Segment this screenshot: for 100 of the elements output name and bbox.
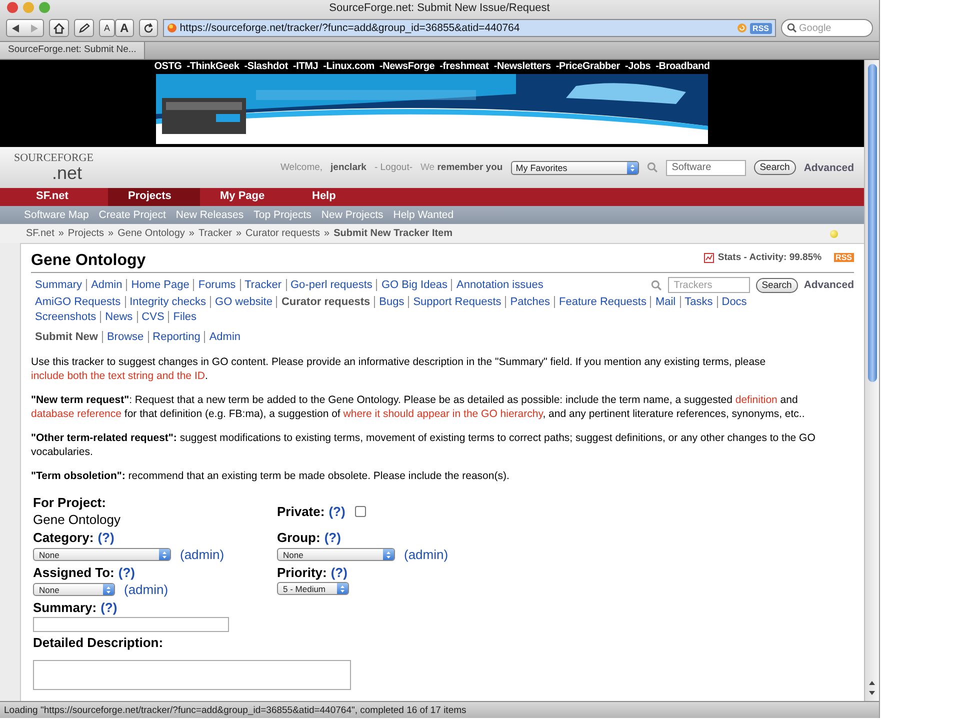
site-search-field[interactable]: Software bbox=[666, 160, 746, 176]
admin-link[interactable]: (admin) bbox=[124, 582, 168, 597]
username-text: jenclark bbox=[330, 162, 366, 173]
select-dropdown[interactable]: None bbox=[33, 548, 171, 561]
stepper-arrows-icon bbox=[106, 586, 111, 594]
project-nav-link[interactable]: Mail bbox=[650, 296, 680, 308]
project-nav-link[interactable]: Forums bbox=[193, 279, 240, 291]
help-link[interactable]: (?) bbox=[98, 530, 114, 545]
remember-text: We remember you bbox=[420, 162, 503, 173]
project-nav-link[interactable]: AmiGO Requests bbox=[35, 296, 125, 308]
project-nav-link[interactable]: Support Requests bbox=[408, 296, 506, 308]
project-nav-link[interactable]: GO Big Ideas bbox=[376, 279, 452, 291]
text-link[interactable]: definition bbox=[735, 394, 778, 406]
main-nav-tab[interactable]: Help bbox=[292, 188, 384, 206]
text-link[interactable]: include both the text string and the ID bbox=[31, 370, 205, 382]
project-nav-link[interactable]: Bugs bbox=[374, 296, 408, 308]
network-link[interactable]: -PriceGrabber bbox=[556, 61, 620, 72]
back-forward-button[interactable] bbox=[6, 19, 44, 37]
network-link[interactable]: -Slashdot bbox=[244, 61, 288, 72]
select-dropdown[interactable]: None bbox=[33, 583, 115, 596]
intro-paragraph: Use this tracker to suggest changes in GO content. Please provide an informative description in the "Summary" field. If you mention any existing terms, please include both the text string and the ID. bbox=[31, 355, 767, 383]
stepper-arrows-icon bbox=[162, 550, 167, 558]
select-dropdown[interactable]: 5 - Medium bbox=[277, 582, 349, 595]
description-field[interactable] bbox=[33, 660, 351, 690]
project-nav-link[interactable]: Integrity checks bbox=[124, 296, 210, 308]
breadcrumb-link[interactable]: Gene Ontology bbox=[118, 228, 185, 239]
tracker-nav-link[interactable]: Browse bbox=[102, 331, 148, 343]
project-nav-link[interactable]: Patches bbox=[505, 296, 554, 308]
field-label: For Project: bbox=[33, 495, 107, 510]
stats-link[interactable]: Stats - Activity: 99.85% bbox=[718, 252, 822, 263]
network-link[interactable]: -ITMJ bbox=[292, 61, 318, 72]
tracker-nav-link[interactable]: Submit New bbox=[35, 331, 102, 343]
main-nav-tab[interactable]: SF.net bbox=[16, 188, 108, 206]
project-nav-link[interactable]: Curator requests bbox=[276, 296, 374, 308]
help-link[interactable]: (?) bbox=[330, 565, 348, 580]
project-nav-link[interactable]: Annotation issues bbox=[451, 279, 548, 291]
breadcrumb-separator: » bbox=[236, 228, 242, 239]
admin-link[interactable]: (admin) bbox=[404, 547, 448, 562]
network-link[interactable]: -Jobs bbox=[625, 61, 651, 72]
advanced-link[interactable]: Advanced bbox=[804, 279, 854, 291]
advanced-link[interactable]: Advanced bbox=[804, 162, 854, 174]
search-button[interactable]: Search bbox=[756, 278, 798, 292]
project-nav-link[interactable]: Summary bbox=[35, 279, 86, 291]
status-dot-icon bbox=[830, 230, 838, 238]
home-button[interactable] bbox=[49, 19, 69, 37]
project-nav-link[interactable]: Files bbox=[168, 311, 201, 323]
reload-button[interactable] bbox=[138, 19, 158, 37]
select-dropdown[interactable]: None bbox=[277, 548, 395, 561]
private-checkbox[interactable] bbox=[355, 506, 366, 516]
network-link[interactable]: -Newsletters bbox=[494, 61, 551, 72]
project-nav-link[interactable]: Screenshots bbox=[35, 311, 100, 323]
brand-link[interactable]: OSTG bbox=[154, 61, 182, 72]
scrollbar-thumb[interactable] bbox=[868, 64, 876, 382]
main-nav-tab[interactable]: My Page bbox=[200, 188, 292, 206]
favorites-dropdown[interactable]: My Favorites bbox=[510, 160, 639, 174]
field-label: Assigned To: bbox=[33, 565, 114, 580]
help-link[interactable]: (?) bbox=[324, 530, 341, 545]
project-nav-link[interactable]: Tasks bbox=[680, 296, 717, 308]
project-nav-link[interactable]: News bbox=[100, 311, 137, 323]
network-link[interactable]: -ThinkGeek bbox=[186, 61, 240, 72]
back-forward-arrows-icon bbox=[11, 24, 39, 32]
help-link[interactable]: (?) bbox=[100, 600, 118, 615]
text-link[interactable]: where it should appear in the GO hierarchy bbox=[343, 408, 543, 420]
help-link[interactable]: (?) bbox=[328, 504, 346, 518]
breadcrumb-link[interactable]: SF.net bbox=[26, 228, 54, 239]
sourceforge-logo[interactable]: SOURCEFORGE .net bbox=[14, 153, 94, 182]
breadcrumb-separator: » bbox=[188, 228, 194, 239]
main-nav-tab[interactable]: Projects bbox=[108, 188, 200, 206]
window-controls-icon[interactable] bbox=[7, 2, 50, 13]
project-nav-link[interactable]: Tracker bbox=[240, 279, 286, 291]
network-link[interactable]: -NewsForge bbox=[379, 61, 435, 72]
text-larger-button[interactable]: A bbox=[115, 19, 134, 37]
tracker-nav-link[interactable]: Admin bbox=[204, 331, 245, 343]
project-nav-link[interactable]: GO website bbox=[210, 296, 276, 308]
status-bar: Loading "https://sourceforge.net/tracker/?func=add&group_id=36855&atid=440764", completed 16 of 17 items bbox=[0, 701, 879, 718]
help-link[interactable]: (?) bbox=[118, 565, 135, 580]
search-button[interactable]: Search bbox=[754, 160, 796, 175]
project-nav-link[interactable]: Go-perl requests bbox=[286, 279, 376, 291]
breadcrumb-link[interactable]: Tracker bbox=[198, 228, 232, 239]
project-nav-link[interactable]: Feature Requests bbox=[554, 296, 650, 308]
browser-tab[interactable]: SourceForge.net: Submit Ne... bbox=[0, 42, 146, 59]
project-nav-link[interactable]: CVS bbox=[136, 311, 168, 323]
text-link[interactable]: database reference bbox=[31, 408, 122, 420]
project-nav-link[interactable]: Docs bbox=[716, 296, 751, 308]
field-label: Summary: bbox=[33, 600, 97, 615]
network-link[interactable]: -Linux.com bbox=[323, 61, 374, 72]
text-smaller-button[interactable]: A bbox=[99, 19, 116, 37]
tracker-nav-link[interactable]: Reporting bbox=[148, 331, 204, 343]
breadcrumb-link[interactable]: Curator requests bbox=[246, 228, 320, 239]
breadcrumb-separator: » bbox=[108, 228, 114, 239]
network-link[interactable]: -Broadband bbox=[656, 61, 710, 72]
breadcrumb-link[interactable]: Projects bbox=[68, 228, 104, 239]
project-nav-link[interactable]: Admin bbox=[86, 279, 126, 291]
summary-field[interactable] bbox=[33, 617, 229, 632]
scroll-arrows-icon[interactable] bbox=[868, 679, 876, 697]
edit-button[interactable] bbox=[74, 19, 94, 37]
home-icon bbox=[53, 22, 65, 34]
network-link[interactable]: -freshmeat bbox=[440, 61, 489, 72]
admin-link[interactable]: (admin) bbox=[180, 547, 224, 562]
project-nav-link[interactable]: Home Page bbox=[126, 279, 194, 291]
